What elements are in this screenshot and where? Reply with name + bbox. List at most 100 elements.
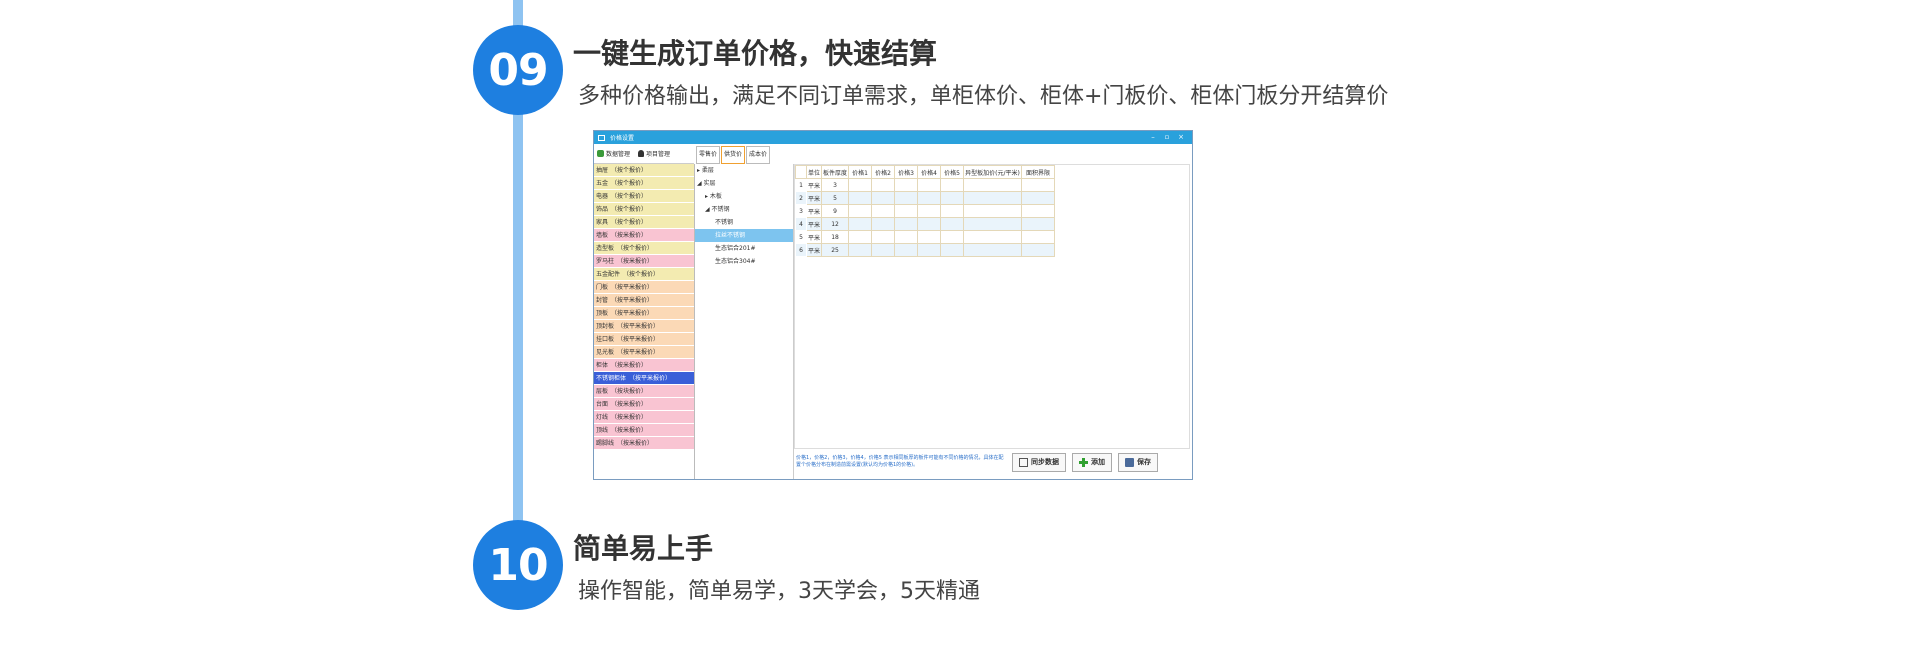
price-cell[interactable] [848, 178, 873, 192]
data-management-button[interactable]: 数据管理 [597, 149, 630, 158]
price-cell[interactable] [871, 217, 896, 231]
category-item[interactable]: 五金配件 （按个报价） [594, 268, 694, 281]
price-cell[interactable] [963, 243, 1023, 257]
table-row[interactable]: 3 平米 9 [795, 204, 1056, 218]
table-row[interactable]: 1 平米 3 [795, 178, 1056, 192]
price-cell[interactable] [917, 178, 942, 192]
unit-cell[interactable]: 平米 [805, 178, 823, 192]
unit-cell[interactable]: 平米 [805, 191, 823, 205]
category-item[interactable]: 罗马柱 （按米报价） [594, 255, 694, 268]
category-item[interactable]: 家具 （按个报价） [594, 216, 694, 229]
category-item[interactable]: 柜体 （按米报价） [594, 359, 694, 372]
price-cell[interactable] [1021, 204, 1056, 218]
category-item[interactable]: 挂口板 （按平米报价） [594, 333, 694, 346]
thickness-cell[interactable]: 3 [821, 178, 850, 192]
price-cell[interactable] [917, 217, 942, 231]
price-cell[interactable] [894, 243, 919, 257]
price-cell[interactable] [871, 230, 896, 244]
category-item[interactable]: 不锈钢柜体 （按平米报价） [594, 372, 694, 385]
price-cell[interactable] [963, 217, 1023, 231]
price-cell[interactable] [848, 191, 873, 205]
price-cell[interactable] [940, 230, 965, 244]
column-header[interactable]: 价格3 [894, 165, 919, 179]
price-cell[interactable] [940, 191, 965, 205]
add-button[interactable]: 添加 [1072, 452, 1112, 472]
column-header[interactable]: 价格5 [940, 165, 965, 179]
price-cell[interactable] [940, 178, 965, 192]
price-cell[interactable] [1021, 191, 1056, 205]
price-cell[interactable] [963, 178, 1023, 192]
price-cell[interactable] [894, 178, 919, 192]
price-cell[interactable] [848, 230, 873, 244]
category-item[interactable]: 顶板 （按平米报价） [594, 307, 694, 320]
item-management-button[interactable]: 项目管理 [638, 149, 670, 158]
column-header[interactable]: 价格1 [848, 165, 873, 179]
column-header[interactable]: 单位 [805, 165, 823, 179]
category-item[interactable]: 灯线 （按米报价） [594, 411, 694, 424]
category-item[interactable]: 饰品 （按个报价） [594, 203, 694, 216]
tab-cost-price[interactable]: 成本价 [746, 146, 771, 164]
price-cell[interactable] [1021, 217, 1056, 231]
thickness-cell[interactable]: 12 [821, 217, 850, 231]
table-row[interactable]: 2 平米 5 [795, 191, 1056, 205]
price-cell[interactable] [894, 204, 919, 218]
price-cell[interactable] [848, 217, 873, 231]
price-cell[interactable] [871, 243, 896, 257]
price-cell[interactable] [894, 191, 919, 205]
close-button[interactable]: × [1174, 131, 1188, 144]
price-cell[interactable] [894, 230, 919, 244]
category-item[interactable]: 门板 （按平米报价） [594, 281, 694, 294]
category-item[interactable]: 顶封板 （按平米报价） [594, 320, 694, 333]
price-cell[interactable] [940, 217, 965, 231]
minimize-button[interactable]: – [1146, 131, 1160, 144]
tree-node[interactable]: 生态铝合201# [695, 242, 793, 255]
price-cell[interactable] [917, 204, 942, 218]
price-cell[interactable] [963, 230, 1023, 244]
price-cell[interactable] [940, 243, 965, 257]
category-item[interactable]: 造型板 （按个报价） [594, 242, 694, 255]
table-row[interactable]: 5 平米 18 [795, 230, 1056, 244]
table-row[interactable]: 4 平米 12 [795, 217, 1056, 231]
thickness-cell[interactable]: 5 [821, 191, 850, 205]
tree-node[interactable]: ◢ 实层 [695, 177, 793, 190]
price-cell[interactable] [871, 178, 896, 192]
unit-cell[interactable]: 平米 [805, 204, 823, 218]
price-cell[interactable] [1021, 243, 1056, 257]
column-header[interactable]: 价格4 [917, 165, 942, 179]
price-cell[interactable] [1021, 178, 1056, 192]
sync-data-button[interactable]: 同步数据 [1012, 452, 1066, 472]
category-item[interactable]: 见光板 （按平米报价） [594, 346, 694, 359]
price-cell[interactable] [917, 243, 942, 257]
tab-retail-price[interactable]: 零售价 [696, 146, 721, 164]
price-cell[interactable] [963, 191, 1023, 205]
tree-node[interactable]: ▸ 柔层 [695, 164, 793, 177]
column-header[interactable]: 异型板加价(元/平米) [963, 165, 1023, 179]
tree-node[interactable]: 不锈钢 [695, 216, 793, 229]
save-button[interactable]: 保存 [1118, 452, 1158, 472]
category-item[interactable]: 踢脚线 （按米报价） [594, 437, 694, 450]
thickness-cell[interactable]: 9 [821, 204, 850, 218]
category-item[interactable]: 抽屉 （按个报价） [594, 164, 694, 177]
column-header[interactable]: 板件厚度 [821, 165, 850, 179]
unit-cell[interactable]: 平米 [805, 217, 823, 231]
column-header[interactable]: 价格2 [871, 165, 896, 179]
unit-cell[interactable]: 平米 [805, 243, 823, 257]
tree-node[interactable]: 拉丝不锈钢 [695, 229, 793, 242]
category-item[interactable]: 顶线 （按米报价） [594, 424, 694, 437]
maximize-button[interactable]: ▫ [1160, 131, 1174, 144]
thickness-cell[interactable]: 25 [821, 243, 850, 257]
category-item[interactable]: 墙板 （按米报价） [594, 229, 694, 242]
thickness-cell[interactable]: 18 [821, 230, 850, 244]
category-item[interactable]: 五金 （按个报价） [594, 177, 694, 190]
price-cell[interactable] [871, 191, 896, 205]
price-cell[interactable] [917, 191, 942, 205]
tree-node[interactable]: ▸ 木板 [695, 190, 793, 203]
table-row[interactable]: 6 平米 25 [795, 243, 1056, 257]
category-item[interactable]: 台面 （按米报价） [594, 398, 694, 411]
unit-cell[interactable]: 平米 [805, 230, 823, 244]
price-cell[interactable] [917, 230, 942, 244]
column-header[interactable]: 面积界限 [1021, 165, 1056, 179]
price-cell[interactable] [940, 204, 965, 218]
price-cell[interactable] [963, 204, 1023, 218]
tree-node[interactable]: ◢ 不锈钢 [695, 203, 793, 216]
